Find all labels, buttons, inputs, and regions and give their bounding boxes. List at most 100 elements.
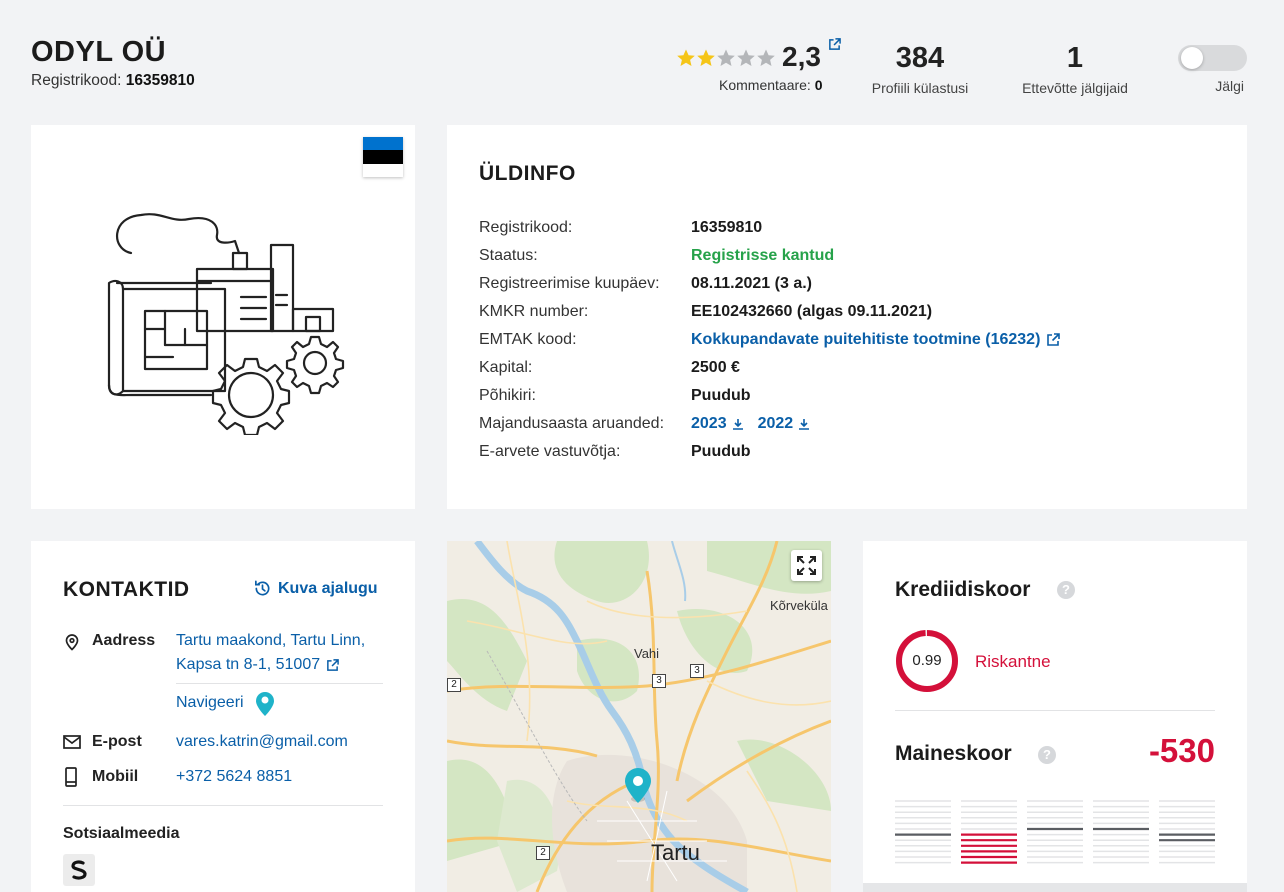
report-download-2023[interactable]: 2023	[691, 415, 744, 433]
show-history-link[interactable]: Kuva ajalugu	[253, 579, 378, 598]
external-link-icon[interactable]	[828, 38, 841, 51]
follow-toggle[interactable]	[1178, 45, 1247, 71]
rating-value: 2,3	[782, 41, 821, 72]
info-value: Puudub	[691, 443, 751, 460]
comments-value: 0	[814, 77, 823, 93]
reputation-score-value: -530	[1148, 732, 1215, 769]
road-sign-3: 3	[652, 674, 666, 688]
contacts-card: KONTAKTID Kuva ajalugu Aadress Tartu maa…	[31, 541, 415, 892]
followers-label: Ettevõtte jälgijaid	[1022, 80, 1128, 96]
reputation-bars	[895, 800, 1215, 864]
info-key: Majandusaasta aruanded:	[479, 415, 665, 432]
contacts-divider	[63, 805, 383, 806]
skype-like-icon	[71, 860, 87, 880]
map-label-korvekula: Kõrveküla	[770, 598, 828, 613]
info-key: KMKR number:	[479, 303, 589, 320]
profile-visits-stat: 384 Profiili külastusi	[860, 40, 980, 96]
rating-block[interactable]: 2,3 Kommentaare: 0	[672, 38, 852, 98]
envelope-icon	[63, 735, 81, 749]
info-value: 08.11.2021 (3 a.)	[691, 275, 812, 292]
reputation-score-title: Maineskoor	[895, 742, 1012, 765]
company-name: ODYL OÜ	[31, 36, 167, 68]
social-media-title: Sotsiaalmeedia	[63, 825, 180, 842]
road-sign-2: 2	[536, 846, 550, 860]
credit-score-value: 0.99	[912, 652, 942, 669]
expand-icon	[797, 556, 816, 575]
email-label: E-post	[92, 733, 142, 750]
profile-visits-value: 384	[895, 42, 945, 74]
follow-control: Jälgi	[1175, 44, 1247, 100]
registry-code-label: Registrikood:	[31, 72, 122, 89]
download-icon	[799, 419, 810, 430]
toggle-knob	[1181, 47, 1203, 69]
info-value: 2500 €	[691, 359, 740, 376]
emtak-code-text: Kokkupandavate puitehitiste tootmine (16…	[691, 331, 1041, 348]
annual-reports: 2023 2022	[691, 415, 824, 433]
external-link-icon	[327, 658, 339, 671]
credit-divider	[895, 710, 1215, 711]
navigate-label: Navigeeri	[176, 694, 244, 711]
address-divider	[176, 683, 383, 684]
risk-label: Riskantne	[975, 652, 1051, 671]
info-row-capital: Kapital: 2500 €	[479, 354, 1060, 382]
info-key: Põhikiri:	[479, 387, 536, 404]
mobile-phone-icon	[65, 767, 77, 787]
email-link[interactable]: vares.katrin@gmail.com	[176, 730, 348, 754]
address-label: Aadress	[92, 632, 156, 649]
map-fullscreen-button[interactable]	[791, 550, 822, 581]
download-icon	[732, 419, 743, 430]
info-key: E-arvete vastuvõtja:	[479, 443, 621, 460]
registry-code-line: Registrikood: 16359810	[31, 72, 195, 90]
history-icon	[254, 580, 270, 596]
estonia-flag-icon	[363, 137, 403, 177]
profile-visits-label: Profiili külastusi	[871, 80, 969, 96]
map-canvas[interactable]	[447, 541, 831, 892]
external-link-icon	[1047, 333, 1061, 346]
comments-label: Kommentaare:	[719, 77, 811, 93]
info-row-emtak-code: EMTAK kood: Kokkupandavate puitehitiste …	[479, 326, 1061, 354]
social-media-icon[interactable]	[63, 854, 95, 886]
general-info-card: ÜLDINFO Registrikood: 16359810 Staatus: …	[447, 125, 1247, 509]
address-line-2: Kapsa tn 8-1, 51007	[176, 656, 321, 673]
road-sign-3: 3	[690, 664, 704, 678]
credit-score-title: Krediidiskoor	[895, 578, 1031, 601]
info-value: EE102432660 (algas 09.11.2021)	[691, 303, 933, 320]
map-card[interactable]: Kõrveküla Vahi Tartu 2 3 3 2	[447, 541, 831, 892]
map-label-vahi: Vahi	[634, 646, 660, 661]
info-key: Kapital:	[479, 359, 533, 376]
credit-help-icon[interactable]: ?	[1057, 581, 1075, 599]
map-label-tartu: Tartu	[651, 840, 700, 865]
info-row-e-invoice: E-arvete vastuvõtja: Puudub	[479, 438, 1060, 466]
info-value: Puudub	[691, 387, 751, 404]
factory-gears-icon	[107, 213, 345, 435]
address-link[interactable]: Tartu maakond, Tartu Linn, Kapsa tn 8-1,…	[176, 629, 365, 677]
status-value: Registrisse kantud	[691, 247, 835, 264]
reputation-help-icon[interactable]: ?	[1038, 746, 1056, 764]
info-key: EMTAK kood:	[479, 331, 577, 348]
star-rating[interactable]	[676, 48, 776, 68]
report-year: 2022	[757, 415, 794, 432]
info-row-status: Staatus: Registrisse kantud	[479, 242, 1060, 270]
info-key: Registreerimise kuupäev:	[479, 275, 660, 292]
general-info-title: ÜLDINFO	[479, 162, 576, 185]
info-row-annual-reports: Majandusaasta aruanded: 2023 2022	[479, 410, 1060, 438]
info-value: 16359810	[691, 219, 763, 236]
report-download-2022[interactable]: 2022	[758, 415, 811, 433]
general-info-table: Registrikood: 16359810 Staatus: Registri…	[479, 214, 1061, 466]
emtak-code-link[interactable]: Kokkupandavate puitehitiste tootmine (16…	[691, 331, 1061, 349]
stars-icon	[677, 49, 775, 66]
mobile-label: Mobiil	[92, 768, 139, 785]
mobile-link[interactable]: +372 5624 8851	[176, 765, 292, 789]
follow-label: Jälgi	[1215, 78, 1244, 94]
show-history-label: Kuva ajalugu	[278, 579, 378, 597]
followers-value: 1	[1066, 42, 1084, 74]
contacts-title: KONTAKTID	[63, 578, 190, 601]
report-year: 2023	[691, 415, 727, 432]
address-line-2-wrap: Kapsa tn 8-1, 51007	[176, 653, 365, 677]
credit-score-card: Krediidiskoor ? 0.99 Riskantne Maineskoo…	[863, 541, 1247, 892]
location-pin-icon	[65, 634, 79, 651]
comments-count[interactable]: Kommentaare: 0	[719, 77, 823, 93]
info-key: Staatus:	[479, 247, 538, 264]
info-row-registration-date: Registreerimise kuupäev: 08.11.2021 (3 a…	[479, 270, 1060, 298]
info-key: Registrikood:	[479, 219, 573, 236]
